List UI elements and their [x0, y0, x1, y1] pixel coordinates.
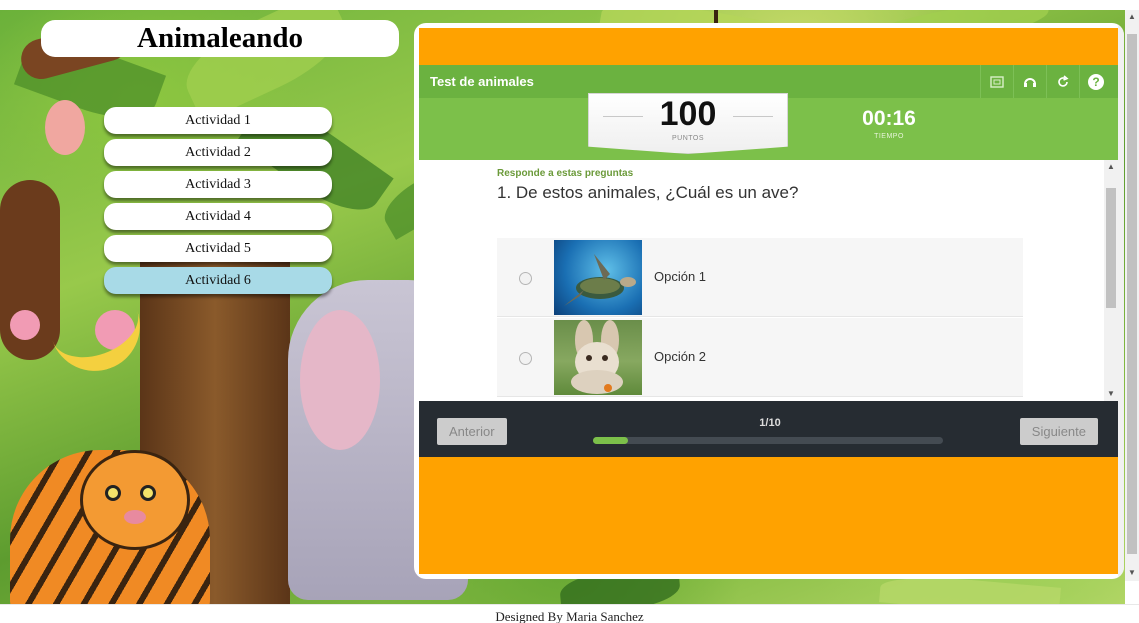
timer-label: TIEMPO	[874, 133, 904, 140]
turtle-image	[554, 240, 642, 315]
answer-option-1[interactable]: Opción 1	[497, 238, 1023, 317]
footer-credit: Designed By Maria Sanchez	[0, 604, 1139, 623]
site-title: Animaleando	[41, 20, 399, 57]
question-panel: Responde a estas preguntas 1. De estos a…	[419, 160, 1118, 401]
quiz-container: Test de animales ? 100 PUNTOS 00:16 TIEM…	[419, 28, 1118, 574]
menu-item-actividad-3[interactable]: Actividad 3	[104, 171, 332, 198]
question-text: 1. De estos animales, ¿Cuál es un ave?	[497, 183, 799, 202]
option-2-radio[interactable]	[519, 352, 532, 365]
restart-icon[interactable]	[1046, 65, 1079, 98]
progress-bar	[593, 437, 943, 444]
previous-button[interactable]: Anterior	[437, 418, 507, 445]
option-1-radio[interactable]	[519, 272, 532, 285]
option-2-label: Opción 2	[654, 349, 707, 364]
next-button[interactable]: Siguiente	[1019, 418, 1098, 445]
timer: 00:16 TIEMPO	[849, 107, 929, 140]
banana-illustration	[47, 296, 153, 384]
score-card: 100 PUNTOS	[588, 93, 788, 154]
score-label: PUNTOS	[671, 135, 705, 142]
page-scrollbar[interactable]: ▲ ▼	[1125, 10, 1139, 581]
audio-icon[interactable]	[1013, 65, 1046, 98]
option-1-label: Opción 1	[654, 269, 707, 284]
timer-value: 00:16	[862, 107, 916, 130]
quiz-toolbar: ?	[980, 65, 1112, 98]
quiz-frame: Test de animales ? 100 PUNTOS 00:16 TIEM…	[414, 23, 1124, 579]
progress-fill	[593, 437, 628, 444]
help-icon[interactable]: ?	[1079, 65, 1112, 98]
score-value: 100	[659, 95, 717, 133]
menu-item-actividad-1[interactable]: Actividad 1	[104, 107, 332, 134]
menu-item-actividad-6[interactable]: Actividad 6	[104, 267, 332, 294]
question-scrollbar[interactable]: ▲ ▼	[1104, 160, 1118, 401]
fullscreen-icon[interactable]	[980, 65, 1013, 98]
quiz-navigation: Anterior 1/10 Siguiente	[419, 401, 1118, 457]
rabbit-image	[554, 320, 642, 395]
menu-item-actividad-4[interactable]: Actividad 4	[104, 203, 332, 230]
menu-item-actividad-2[interactable]: Actividad 2	[104, 139, 332, 166]
quiz-title: Test de animales	[430, 74, 534, 89]
help-glyph: ?	[1088, 73, 1104, 90]
score-bar: 100 PUNTOS 00:16 TIEMPO	[419, 93, 1118, 160]
menu-item-actividad-5[interactable]: Actividad 5	[104, 235, 332, 262]
answer-option-2[interactable]: Opción 2	[497, 318, 1023, 397]
question-counter: 1/10	[759, 417, 781, 429]
instruction-text: Responde a estas preguntas	[497, 168, 634, 179]
